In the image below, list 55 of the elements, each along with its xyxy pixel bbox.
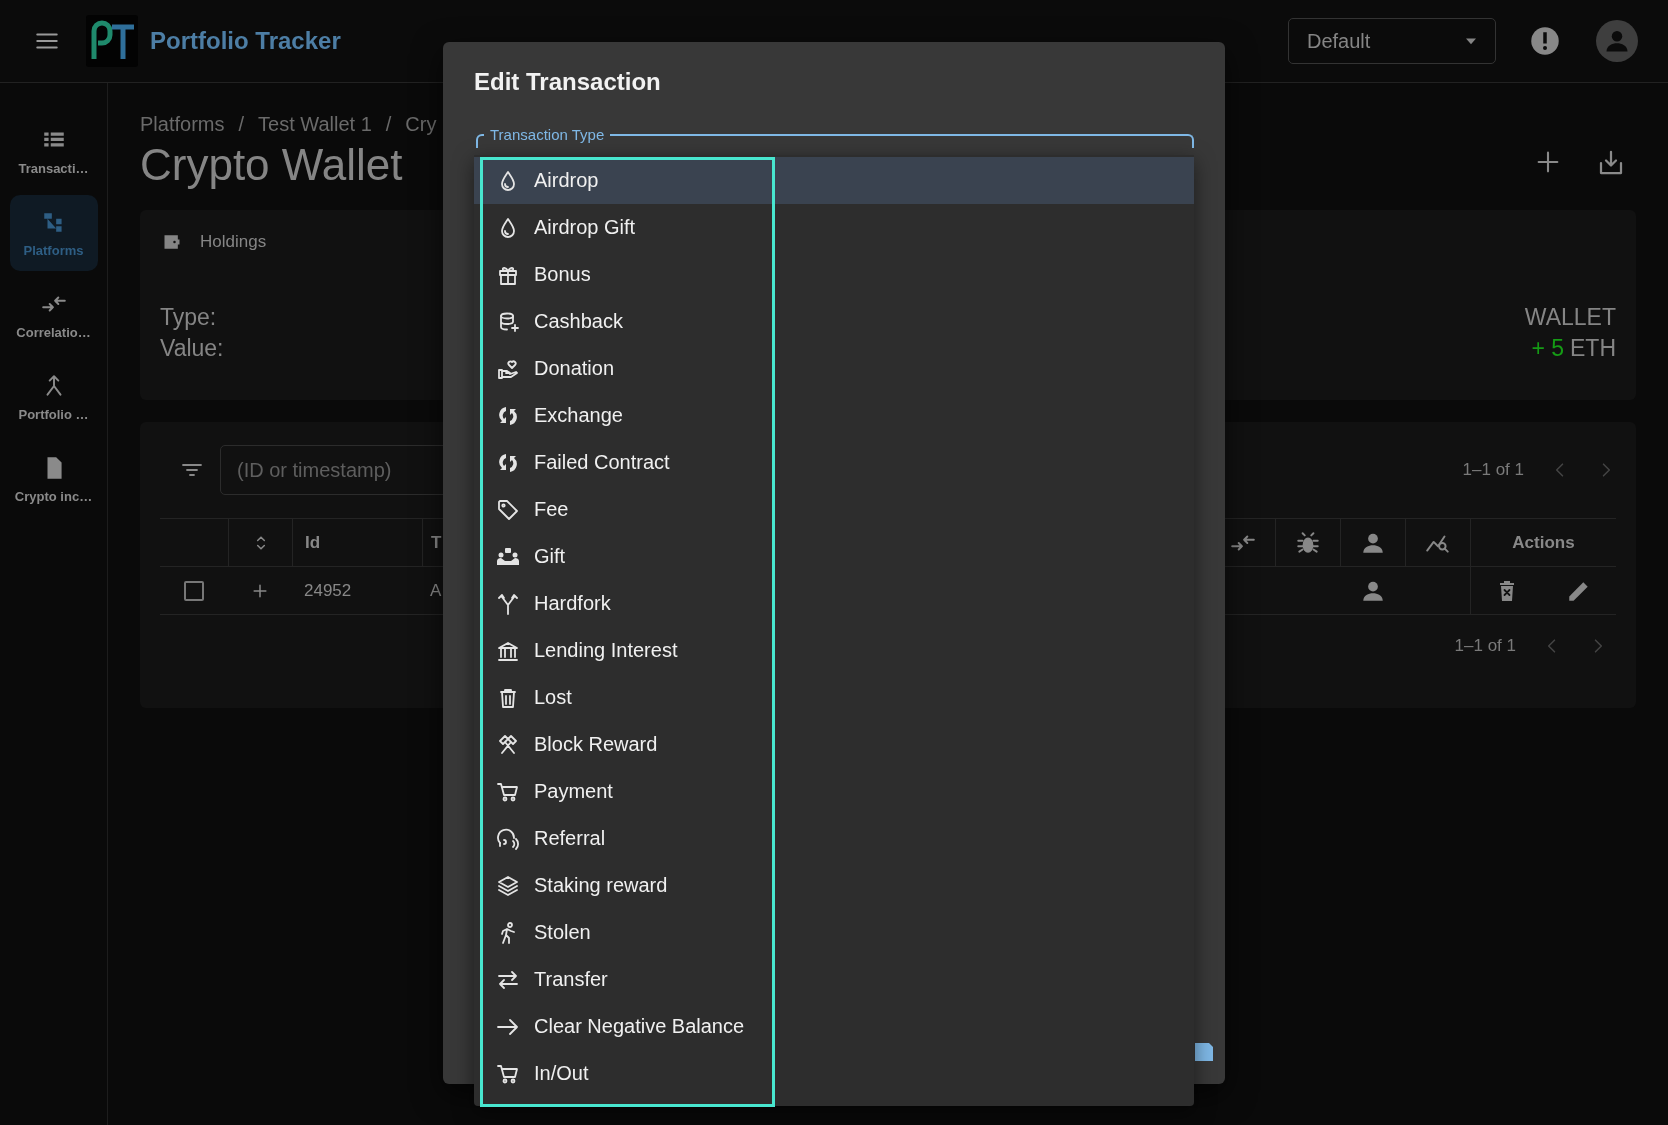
menu-item[interactable]: Airdrop xyxy=(474,157,1194,204)
column-header[interactable]: T xyxy=(431,532,442,553)
value-change: + 5 xyxy=(1531,335,1564,362)
sidebar-item[interactable]: Correlatio… xyxy=(9,277,98,353)
menu-item[interactable]: Donation xyxy=(474,345,1194,392)
pagination-text: 1–1 of 1 xyxy=(1462,460,1524,480)
checkbox[interactable] xyxy=(184,580,204,601)
breadcrumb[interactable]: Platforms xyxy=(140,113,225,136)
menu-item[interactable]: Transfer xyxy=(474,956,1194,1003)
fork-icon xyxy=(496,591,520,616)
pagination-text: 1–1 of 1 xyxy=(1454,636,1516,656)
logo xyxy=(86,15,138,67)
hammers-icon xyxy=(496,732,520,757)
alert-icon xyxy=(1530,26,1560,56)
sidebar-item[interactable]: Portfolio … xyxy=(9,359,98,435)
column-header[interactable]: Id xyxy=(305,532,321,553)
column-header: Actions xyxy=(1512,532,1575,553)
breadcrumb-separator: / xyxy=(238,113,245,136)
field-label: Transaction Type xyxy=(484,126,611,143)
menu-item[interactable]: Exchange xyxy=(474,392,1194,439)
field-label: Value: xyxy=(160,335,224,362)
page-title: Crypto Wallet xyxy=(140,140,403,190)
tag-icon xyxy=(496,497,520,522)
card-title: Holdings xyxy=(200,232,267,252)
menu-item[interactable]: Staking reward xyxy=(474,862,1194,909)
menu-item[interactable]: Payment xyxy=(474,768,1194,815)
app-title: Portfolio Tracker xyxy=(150,27,341,55)
menu-item[interactable]: Clear Negative Balance xyxy=(474,1003,1194,1050)
menu-item[interactable]: Bonus xyxy=(474,251,1194,298)
breadcrumb[interactable]: Test Wallet 1 xyxy=(258,113,372,136)
menu-item[interactable]: In/Out xyxy=(474,1050,1194,1097)
table-cell: A xyxy=(430,580,442,601)
menu-item[interactable]: Lost xyxy=(474,674,1194,721)
menu-item[interactable]: Lending Interest xyxy=(474,627,1194,674)
menu-item[interactable]: Referral xyxy=(474,815,1194,862)
sidebar-item[interactable]: Transacti… xyxy=(9,113,98,189)
menu-item[interactable]: Airdrop Gift xyxy=(474,204,1194,251)
sidebar-item[interactable]: Crypto inc… xyxy=(9,441,98,517)
headset-icon xyxy=(496,826,520,851)
field-label: Type: xyxy=(160,304,217,331)
profile-select[interactable]: Default xyxy=(1288,18,1496,64)
bug-icon xyxy=(1295,529,1321,556)
table-cell: 24952 xyxy=(304,580,352,601)
menu-item[interactable]: Stolen xyxy=(474,909,1194,956)
layers-icon xyxy=(496,873,520,898)
menu-item[interactable]: Cashback xyxy=(474,298,1194,345)
menu-item[interactable]: Block Reward xyxy=(474,721,1194,768)
dialog-title: Edit Transaction xyxy=(474,68,661,96)
breadcrumb-separator: / xyxy=(385,113,392,136)
field-value: ETH xyxy=(1570,335,1616,362)
wallet-icon xyxy=(162,232,182,252)
breadcrumb[interactable]: Cry xyxy=(405,113,437,136)
menu-item[interactable]: Gift xyxy=(474,533,1194,580)
menu-item[interactable]: Hardfork xyxy=(474,580,1194,627)
field-value: WALLET xyxy=(1524,304,1616,331)
